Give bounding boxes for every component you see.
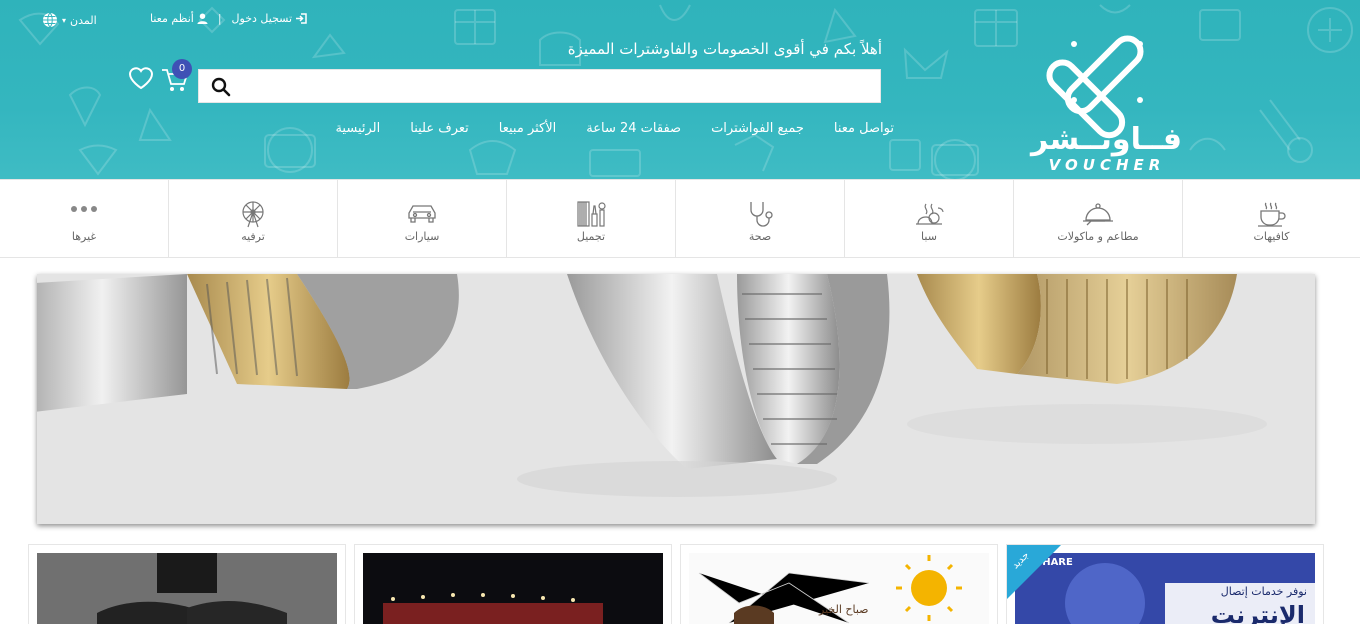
- hero-banner-image[interactable]: [37, 274, 1315, 524]
- nav-item-all-vouchers[interactable]: جميع الفواشترات: [711, 121, 804, 136]
- cloche-icon: [1083, 203, 1113, 226]
- category-label: مطاعم و ماكولات: [1057, 230, 1139, 243]
- topbar-separator: |: [217, 12, 222, 25]
- search-icon[interactable]: [211, 77, 231, 97]
- stethoscope-icon: [750, 202, 773, 227]
- search-bar: [198, 69, 881, 103]
- nav-item-contact[interactable]: تواصل معنا: [834, 121, 894, 136]
- category-label: سبا: [921, 230, 937, 243]
- ferris-wheel-icon: [242, 201, 264, 228]
- category-label: ترفيه: [241, 230, 265, 243]
- login-label: تسجيل دخول: [231, 12, 293, 25]
- card-4-caption-top: نوفر خدمات إتصال: [1220, 585, 1307, 598]
- category-label: كافيهات: [1253, 230, 1290, 243]
- rings-illustration: [37, 274, 1315, 524]
- nav-item-24h-deals[interactable]: صفقات 24 ساعة: [586, 121, 681, 136]
- shoes-illustration: [37, 553, 337, 624]
- card-image: [363, 553, 663, 624]
- category-label: سيارات: [404, 230, 440, 243]
- category-spa[interactable]: سبا: [845, 180, 1014, 258]
- car-icon: [408, 205, 436, 223]
- user-icon: [197, 13, 208, 24]
- makeup-icon: [577, 201, 606, 227]
- category-cars[interactable]: سيارات: [338, 180, 507, 258]
- login-link[interactable]: تسجيل دخول: [232, 12, 308, 25]
- account-links: أنظم معنا | تسجيل دخول: [150, 12, 307, 25]
- category-restaurants[interactable]: مطاعم و ماكولات: [1014, 180, 1183, 258]
- category-label: تجميل: [576, 230, 606, 243]
- join-us-link[interactable]: أنظم معنا: [150, 12, 208, 25]
- spa-icon: [916, 203, 944, 225]
- logo-english-text: VOUCHER: [1048, 156, 1166, 174]
- voucher-card-1[interactable]: [28, 544, 346, 624]
- coffee-cup-icon: [1257, 202, 1286, 227]
- logo-arabic-text: فــاوتــشر: [1030, 122, 1182, 157]
- category-bar: غيرها ترفيه سيارات تجميل صحة سبا مطاعم و…: [0, 179, 1360, 258]
- category-other[interactable]: غيرها: [0, 180, 169, 258]
- voucher-card-3[interactable]: صباح الخير: [680, 544, 998, 624]
- join-label: أنظم معنا: [150, 12, 194, 25]
- card-3-caption: صباح الخير: [819, 603, 869, 616]
- category-entertainment[interactable]: ترفيه: [169, 180, 338, 258]
- category-label: غيرها: [71, 230, 97, 243]
- sign-in-icon: [296, 13, 307, 24]
- caret-down-icon: ▾: [62, 15, 67, 25]
- new-ribbon: جديد: [1007, 545, 1061, 599]
- ribbon-shape: [1007, 545, 1061, 599]
- wishlist-heart-icon[interactable]: [128, 66, 154, 90]
- nav-item-about[interactable]: تعرف علينا: [410, 121, 469, 136]
- cart-count-badge: 0: [172, 59, 192, 79]
- more-icon: [71, 206, 97, 212]
- card-4-caption-main: الإنترنت: [1210, 601, 1305, 624]
- night-venue-illustration: [363, 553, 663, 624]
- search-input[interactable]: [239, 70, 875, 102]
- cities-label: المدن: [70, 13, 97, 27]
- category-health[interactable]: صحة: [676, 180, 845, 258]
- site-header: ▾ المدن أنظم معنا | تسجيل دخول أهلاً بكم…: [0, 0, 1360, 179]
- category-label: صحة: [748, 230, 772, 243]
- category-cafes[interactable]: كافيهات: [1183, 180, 1360, 258]
- category-beauty[interactable]: تجميل: [507, 180, 676, 258]
- nav-item-best-sellers[interactable]: الأكثر مبيعا: [499, 121, 556, 136]
- voucher-card-2[interactable]: [354, 544, 672, 624]
- header-tagline: أهلاً بكم في أقوى الخصومات والفاوشترات ا…: [567, 40, 882, 58]
- card-image: [37, 553, 337, 624]
- main-nav: الرئيسية تعرف علينا الأكثر مبيعا صفقات 2…: [335, 121, 894, 136]
- nav-item-home[interactable]: الرئيسية: [335, 121, 380, 136]
- voucher-card-4[interactable]: SHARE نوفر خدمات إتصال الإنترنت جديد: [1006, 544, 1324, 624]
- card-image: صباح الخير: [689, 553, 989, 624]
- globe-icon: [43, 12, 57, 28]
- cities-dropdown[interactable]: ▾ المدن: [42, 12, 97, 28]
